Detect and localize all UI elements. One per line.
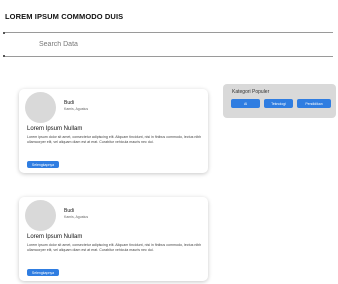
category-button-technology[interactable]: Teknologi	[264, 99, 293, 108]
author-name: Budi	[64, 100, 75, 106]
post-excerpt: Lorem ipsum dolor sit amet, consectetur …	[27, 135, 202, 144]
search-input[interactable]	[5, 33, 333, 56]
post-date: Kamis, Agustus	[64, 215, 89, 219]
post-excerpt: Lorem ipsum dolor sit amet, consectetur …	[27, 243, 202, 252]
post-title: Lorem Ipsum Nullam	[27, 126, 83, 132]
post-card: Budi Kamis, Agustus Lorem Ipsum Nullam L…	[19, 89, 208, 173]
popular-categories-panel: Kategori Populer Al Teknologi Pendidikan	[223, 84, 336, 118]
author-name: Budi	[64, 208, 75, 214]
read-more-button[interactable]: Selengkapnya	[27, 161, 59, 168]
post-date: Kamis, Agustus	[64, 107, 89, 111]
avatar	[25, 200, 56, 231]
post-title: Lorem Ipsum Nullam	[27, 234, 83, 240]
search-bar	[3, 32, 333, 57]
read-more-button[interactable]: Selengkapnya	[27, 269, 59, 276]
avatar	[25, 92, 56, 123]
category-button-education[interactable]: Pendidikan	[297, 99, 331, 108]
category-button-ai[interactable]: Al	[231, 99, 260, 108]
post-card: Budi Kamis, Agustus Lorem Ipsum Nullam L…	[19, 197, 208, 281]
page-title: LOREM IPSUM COMMODO DUIS	[5, 12, 124, 21]
category-panel-title: Kategori Populer	[232, 89, 270, 95]
